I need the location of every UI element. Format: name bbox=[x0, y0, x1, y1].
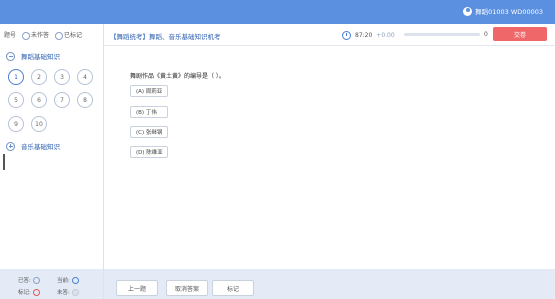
question-filters: 题号 未作答 已标记 bbox=[4, 30, 82, 40]
main-footer: 上一题 取消答案 标记 bbox=[104, 269, 555, 299]
legend-unanswered: 未答: bbox=[57, 288, 79, 296]
timer: 87:20 +0.00 bbox=[342, 31, 395, 40]
time-remaining: 87:20 bbox=[355, 32, 373, 39]
question-number-7[interactable]: 7 bbox=[54, 92, 70, 108]
cancel-answer-button[interactable]: 取消答案 bbox=[166, 280, 208, 296]
mark-button[interactable]: 标记 bbox=[212, 280, 254, 296]
top-bar: 舞蹈01003 WD00003 bbox=[0, 0, 555, 24]
scrollbar[interactable] bbox=[3, 154, 5, 170]
sidebar-legend: 已答: 当前: 标记: 未答: bbox=[0, 269, 103, 299]
option-b[interactable]: (B) 丁伟 bbox=[130, 106, 168, 118]
flag-dot-icon bbox=[32, 288, 40, 296]
clock-icon bbox=[342, 31, 351, 40]
question-text: 舞剧作品《黄土黄》的编导是（ ）。 bbox=[130, 73, 225, 80]
answered-dot-icon bbox=[32, 276, 40, 284]
progress-bar bbox=[404, 33, 480, 36]
legend-flagged: 标记: bbox=[18, 288, 40, 296]
user-info: 舞蹈01003 WD00003 bbox=[463, 6, 543, 16]
option-c[interactable]: (C) 张继钢 bbox=[130, 126, 168, 138]
prev-button[interactable]: 上一题 bbox=[116, 280, 158, 296]
legend-answered: 已答: bbox=[18, 276, 40, 284]
progress-count: 0 bbox=[484, 31, 488, 38]
question-number-3[interactable]: 3 bbox=[54, 69, 70, 85]
question-number-10[interactable]: 10 bbox=[31, 116, 47, 132]
section-music-basics[interactable]: 音乐基础知识 bbox=[6, 141, 60, 151]
filter-unanswered[interactable]: 未作答 bbox=[22, 30, 49, 40]
radio-icon[interactable] bbox=[22, 31, 31, 40]
divider bbox=[104, 45, 555, 46]
user-icon bbox=[463, 6, 473, 16]
sidebar: 题号 未作答 已标记 舞蹈基础知识 1 2 3 4 5 6 7 8 9 10 音… bbox=[0, 24, 104, 299]
question-number-1[interactable]: 1 bbox=[8, 69, 24, 85]
main-panel: 【舞蹈统考】舞蹈、音乐基础知识机考 87:20 +0.00 0 交卷 舞剧作品《… bbox=[104, 24, 555, 269]
submit-button[interactable]: 交卷 bbox=[493, 27, 547, 41]
section-dance-basics[interactable]: 舞蹈基础知识 bbox=[6, 51, 60, 61]
option-a[interactable]: (A) 周莉亚 bbox=[130, 85, 168, 97]
filter-label: 题号 bbox=[4, 32, 17, 40]
section-title: 音乐基础知识 bbox=[21, 143, 60, 151]
time-delta: +0.00 bbox=[376, 32, 395, 39]
exam-title: 【舞蹈统考】舞蹈、音乐基础知识机考 bbox=[110, 33, 221, 41]
current-dot-icon bbox=[71, 276, 79, 284]
question-number-6[interactable]: 6 bbox=[31, 92, 47, 108]
option-d[interactable]: (D) 陈维亚 bbox=[130, 146, 168, 158]
legend-current: 当前: bbox=[57, 276, 79, 284]
question-number-5[interactable]: 5 bbox=[8, 92, 24, 108]
question-number-4[interactable]: 4 bbox=[77, 69, 93, 85]
question-number-9[interactable]: 9 bbox=[8, 116, 24, 132]
filter-marked[interactable]: 已标记 bbox=[55, 30, 82, 40]
unanswered-dot-icon bbox=[71, 288, 79, 296]
question-number-2[interactable]: 2 bbox=[31, 69, 47, 85]
expand-icon[interactable] bbox=[6, 141, 15, 151]
collapse-icon[interactable] bbox=[6, 51, 15, 61]
radio-icon[interactable] bbox=[55, 31, 64, 40]
section-title: 舞蹈基础知识 bbox=[21, 53, 60, 61]
question-number-8[interactable]: 8 bbox=[77, 92, 93, 108]
user-label: 舞蹈01003 WD00003 bbox=[475, 8, 543, 16]
